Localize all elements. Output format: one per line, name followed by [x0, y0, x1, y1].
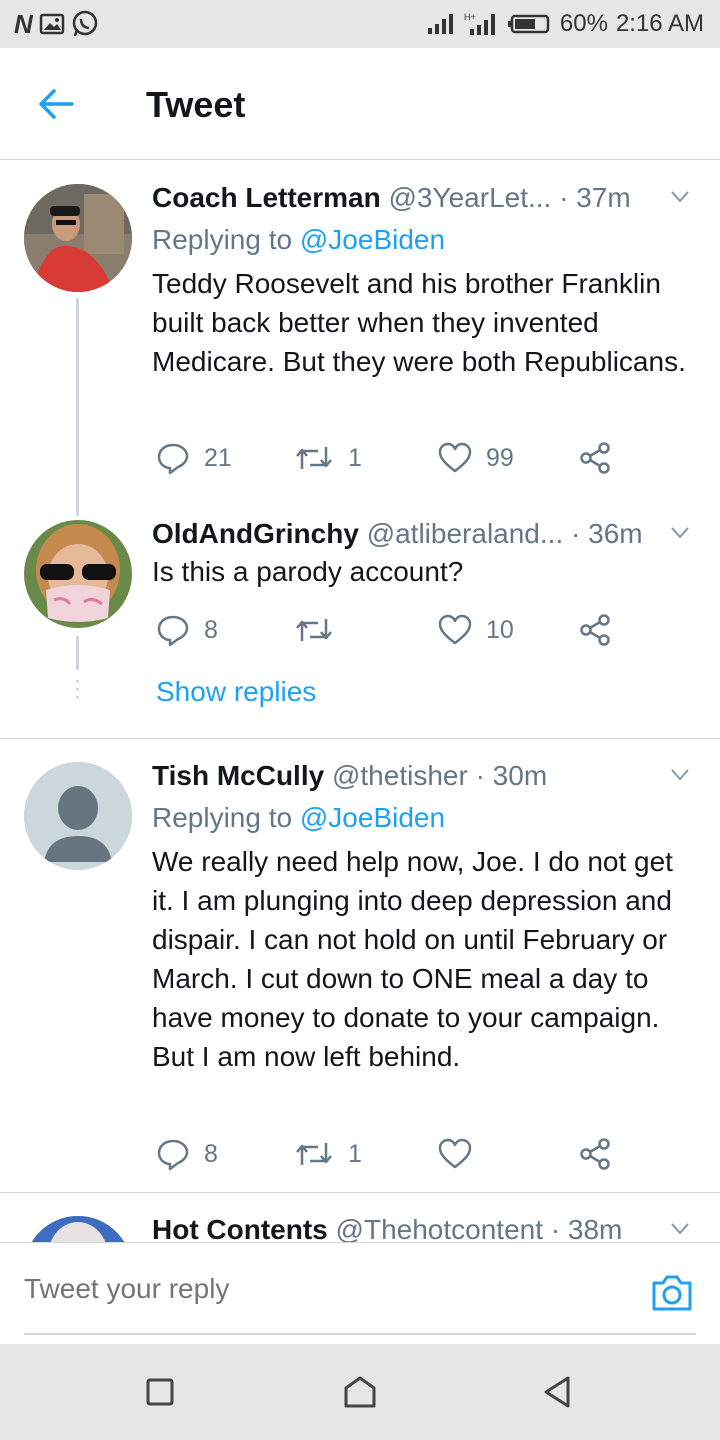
tweet-actions: 8 1	[152, 1134, 622, 1174]
tweet-header: OldAndGrinchy @atliberaland... · 36m	[152, 516, 697, 552]
tweet-actions: 21 1 99	[152, 438, 622, 478]
retweet-button[interactable]	[294, 610, 348, 650]
home-icon[interactable]	[340, 1372, 380, 1412]
tweet-text: Teddy Roosevelt and his brother Franklin…	[152, 268, 686, 377]
reply-composer	[0, 1242, 720, 1344]
timestamp: · 36m	[571, 518, 643, 549]
share-button[interactable]	[578, 1134, 612, 1174]
timestamp: · 38m	[550, 1214, 623, 1242]
handle[interactable]: @Thehotcontent	[336, 1214, 543, 1242]
heart-icon	[438, 614, 472, 645]
like-button[interactable]: 99	[438, 438, 514, 478]
back-arrow-icon[interactable]	[34, 82, 78, 126]
tweet-content: Coach Letterman @3YearLet... · 37m Reply…	[152, 180, 700, 381]
tweet[interactable]: Hot Contents @Thehotcontent · 38m	[0, 1212, 720, 1242]
reply-icon	[157, 443, 189, 475]
recents-icon[interactable]	[140, 1372, 180, 1412]
share-icon	[580, 442, 610, 474]
reply-button[interactable]: 8	[156, 610, 218, 650]
clock: 2:16 AM	[615, 10, 704, 37]
chevron-down-icon[interactable]	[670, 526, 690, 540]
battery-percent: 60%	[559, 10, 608, 37]
like-count: 10	[486, 615, 514, 644]
back-icon[interactable]	[538, 1372, 578, 1412]
status-left-icons: N	[14, 8, 99, 39]
replying-to: Replying to @JoeBiden	[152, 224, 446, 255]
reply-button[interactable]: 8	[156, 1134, 218, 1174]
like-button[interactable]: 10	[438, 610, 514, 650]
reply-count: 8	[204, 1139, 218, 1168]
show-replies-link[interactable]: Show replies	[156, 676, 316, 708]
display-name[interactable]: Coach Letterman	[152, 182, 381, 213]
tweet-content: Tish McCully @thetisher · 30m Replying t…	[152, 758, 700, 1076]
display-name[interactable]: Tish McCully	[152, 760, 324, 791]
status-right: H+ 60% 2:16 AM	[426, 8, 704, 40]
avatar[interactable]	[24, 184, 132, 292]
top-app-bar: Tweet	[0, 48, 720, 160]
reply-icon	[157, 1139, 189, 1171]
tweet-actions: 8 10	[152, 610, 622, 650]
divider	[0, 738, 720, 739]
avatar[interactable]	[24, 762, 132, 870]
tweet-content: OldAndGrinchy @atliberaland... · 36m Is …	[152, 516, 700, 591]
handle[interactable]: @3YearLet...	[389, 182, 552, 213]
whatsapp-icon	[72, 10, 98, 37]
tweet-text: Is this a parody account?	[152, 556, 464, 587]
like-button[interactable]	[438, 1134, 486, 1174]
tweet-text: We really need help now, Joe. I do not g…	[152, 846, 673, 1072]
reply-count: 21	[204, 443, 232, 472]
share-button[interactable]	[578, 438, 612, 478]
avatar[interactable]	[24, 520, 132, 628]
retweet-count: 1	[348, 443, 362, 472]
like-count: 99	[486, 443, 514, 472]
thread-connector	[76, 298, 79, 516]
thread-dots	[76, 680, 79, 704]
retweet-icon	[296, 447, 332, 469]
display-name[interactable]: Hot Contents	[152, 1214, 328, 1242]
avatar[interactable]	[24, 1216, 132, 1242]
retweet-button[interactable]: 1	[294, 1134, 362, 1174]
display-name[interactable]: OldAndGrinchy	[152, 518, 359, 549]
reply-button[interactable]: 21	[156, 438, 232, 478]
retweet-icon	[296, 1143, 332, 1165]
reply-input[interactable]	[24, 1273, 624, 1305]
heart-icon	[438, 442, 472, 473]
tweet-header: Hot Contents @Thehotcontent · 38m	[152, 1212, 697, 1242]
retweet-icon	[296, 619, 332, 641]
share-icon	[580, 614, 610, 646]
chevron-down-icon[interactable]	[670, 1222, 690, 1236]
chevron-down-icon[interactable]	[670, 768, 690, 782]
tweet-header: Tish McCully @thetisher · 30m	[152, 758, 697, 794]
thread-connector	[76, 636, 79, 670]
mention-link[interactable]: @JoeBiden	[300, 224, 445, 255]
share-button[interactable]	[578, 610, 612, 650]
n-icon: N	[14, 8, 33, 39]
battery-icon	[507, 14, 550, 34]
signal-icon	[427, 14, 453, 34]
input-underline	[24, 1333, 696, 1335]
signal-icon-2: H+	[464, 12, 495, 35]
gallery-icon	[39, 13, 65, 35]
camera-icon[interactable]	[650, 1273, 694, 1313]
reply-count: 8	[204, 615, 218, 644]
timestamp: · 37m	[559, 182, 631, 213]
handle[interactable]: @thetisher	[332, 760, 468, 791]
chevron-down-icon[interactable]	[670, 190, 690, 204]
system-nav-bar	[0, 1344, 720, 1440]
replying-to: Replying to @JoeBiden	[152, 802, 446, 833]
page-title: Tweet	[146, 84, 246, 125]
reply-icon	[157, 615, 189, 647]
timestamp: · 30m	[475, 760, 548, 791]
retweet-button[interactable]: 1	[294, 438, 362, 478]
tweet-header: Coach Letterman @3YearLet... · 37m	[152, 180, 697, 216]
share-icon	[580, 1138, 610, 1170]
mention-link[interactable]: @JoeBiden	[300, 802, 445, 833]
retweet-count: 1	[348, 1139, 362, 1168]
divider	[0, 1192, 720, 1193]
handle[interactable]: @atliberaland...	[367, 518, 564, 549]
svg-text:H+: H+	[464, 12, 476, 22]
heart-icon	[438, 1138, 472, 1169]
status-bar: N H+ 60% 2:16 AM	[0, 0, 720, 48]
tweet-content: Hot Contents @Thehotcontent · 38m	[152, 1212, 700, 1242]
